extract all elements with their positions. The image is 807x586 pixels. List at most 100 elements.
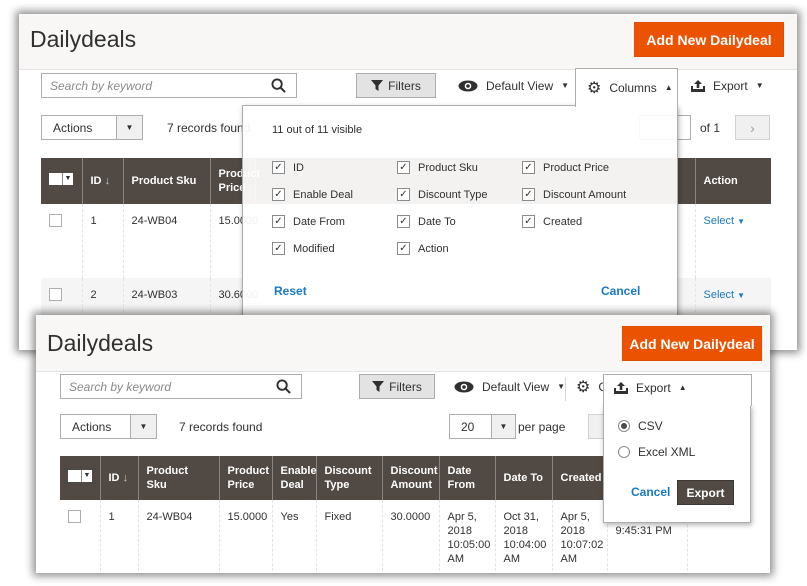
row-select-link[interactable]: Select ▼	[704, 289, 746, 301]
chevron-down-icon[interactable]: ▼	[130, 415, 156, 438]
export-panel: CSV Excel XML Cancel Export	[603, 405, 751, 523]
chevron-down-icon: ▼	[755, 81, 764, 90]
eye-icon	[454, 381, 474, 392]
row-checkbox[interactable]	[68, 510, 81, 523]
column-header-sku[interactable]: Product Sku	[122, 158, 210, 204]
column-option-enable-deal[interactable]: ✓ Enable Deal	[272, 188, 353, 201]
cell-id: 1	[99, 500, 138, 573]
search-box[interactable]	[60, 374, 302, 399]
upload-icon	[614, 381, 628, 394]
checkbox-checked-icon: ✓	[397, 215, 410, 228]
add-new-dailydeal-button[interactable]: Add New Dailydeal	[634, 22, 784, 57]
export-option-excel-xml[interactable]: Excel XML	[618, 445, 695, 459]
export-dropdown[interactable]: Export ▼	[691, 73, 764, 98]
radio-selected-icon	[618, 420, 630, 432]
cell-created: Apr 5, 2018 10:07:02 AM	[551, 500, 607, 573]
column-option-date-to[interactable]: ✓ Date To	[397, 215, 456, 228]
column-option-id[interactable]: ✓ ID	[272, 161, 304, 174]
row-select-link[interactable]: Select ▼	[704, 215, 746, 227]
checkbox-checked-icon: ✓	[272, 242, 285, 255]
checkbox-checked-icon: ✓	[522, 161, 535, 174]
column-option-product-price[interactable]: ✓ Product Price	[522, 161, 609, 174]
chevron-down-icon[interactable]: ▼	[116, 116, 142, 139]
cell-price: 15.0000	[218, 500, 272, 573]
gear-icon: ⚙	[576, 378, 591, 396]
search-icon[interactable]	[276, 379, 291, 394]
reset-button[interactable]: Reset	[274, 284, 307, 298]
checkbox-checked-icon: ✓	[272, 188, 285, 201]
chevron-up-icon: ▲	[664, 83, 673, 92]
column-header-enable-deal[interactable]: Enable Deal	[271, 456, 317, 500]
checkbox-checked-icon: ✓	[397, 188, 410, 201]
cancel-button[interactable]: Cancel	[631, 485, 670, 499]
checkbox-checked-icon: ✓	[272, 215, 285, 228]
records-found: 7 records found	[179, 420, 263, 434]
columns-panel: 11 out of 11 visible ✓ ID ✓ Product Sku ✓ P…	[242, 105, 678, 350]
actions-select[interactable]: Actions ▼	[60, 414, 157, 439]
chevron-down-icon: ▼	[737, 217, 746, 226]
column-option-discount-amount[interactable]: ✓ Discount Amount	[522, 188, 626, 201]
per-page-label: per page	[518, 420, 566, 434]
columns-label: Columns	[609, 80, 657, 95]
column-option-product-sku[interactable]: ✓ Product Sku	[397, 161, 478, 174]
chevron-down-icon: ▼	[62, 173, 73, 185]
chevron-down-icon: ▼	[81, 470, 92, 482]
eye-icon	[458, 80, 478, 91]
funnel-icon	[371, 80, 384, 91]
column-header-created[interactable]: Created	[551, 456, 607, 500]
next-page-button[interactable]: ›	[735, 115, 770, 140]
column-option-created[interactable]: ✓ Created	[522, 215, 582, 228]
checkbox-checked-icon: ✓	[522, 188, 535, 201]
filters-button[interactable]: Filters	[356, 73, 436, 98]
screenshot-export-open: Dailydeals Add New Dailydeal Filters Def…	[36, 315, 770, 573]
search-input[interactable]	[61, 375, 265, 398]
column-option-date-from[interactable]: ✓ Date From	[272, 215, 345, 228]
column-header-id[interactable]: ID ↓	[99, 456, 138, 500]
default-view-dropdown[interactable]: Default View ▼	[454, 374, 565, 399]
column-header-date-from[interactable]: Date From	[438, 456, 495, 500]
mass-select-header[interactable]: ▼	[41, 158, 82, 204]
export-button[interactable]: Export	[677, 480, 734, 505]
chevron-down-icon[interactable]: ▼	[491, 415, 515, 438]
column-header-price[interactable]: Product Price	[218, 456, 272, 500]
export-tab[interactable]: Export ▲	[603, 374, 752, 406]
export-option-csv[interactable]: CSV	[618, 419, 663, 433]
per-page-select[interactable]: 20 ▼	[449, 414, 516, 439]
sort-down-icon: ↓	[122, 472, 129, 484]
page-header: Dailydeals Add New Dailydeal	[36, 315, 770, 372]
column-option-action[interactable]: ✓ Action	[397, 242, 449, 255]
default-view-dropdown[interactable]: Default View ▼	[458, 73, 569, 98]
column-option-modified[interactable]: ✓ Modified	[272, 242, 335, 255]
gear-icon: ⚙	[587, 79, 602, 97]
column-header-id[interactable]: ID ↓	[81, 158, 123, 204]
export-label: Export	[636, 380, 671, 395]
chevron-right-icon: ›	[750, 119, 755, 136]
sort-down-icon: ↓	[104, 175, 111, 187]
chevron-up-icon: ▲	[678, 383, 687, 392]
column-header-sku[interactable]: Product Sku	[137, 456, 219, 500]
export-label: Export	[713, 78, 748, 93]
column-header-date-to[interactable]: Date To	[494, 456, 552, 500]
column-header-discount-amount[interactable]: Discount Amount	[381, 456, 439, 500]
cell-id: 2	[81, 278, 123, 318]
visible-count: 11 out of 11 visible	[272, 124, 363, 136]
column-option-discount-type[interactable]: ✓ Discount Type	[397, 188, 488, 201]
cell-sku: 24-WB04	[137, 500, 219, 573]
row-checkbox[interactable]	[49, 288, 62, 301]
row-checkbox[interactable]	[49, 214, 62, 227]
mass-select-header[interactable]: ▼	[60, 456, 100, 500]
chevron-down-icon: ▼	[557, 382, 566, 391]
column-header-discount-type[interactable]: Discount Type	[315, 456, 382, 500]
total-pages: of 1	[700, 121, 721, 135]
search-input[interactable]	[42, 74, 258, 97]
search-icon[interactable]	[271, 78, 286, 93]
cell-id: 1	[81, 204, 123, 278]
search-box[interactable]	[41, 73, 297, 98]
actions-select[interactable]: Actions ▼	[41, 115, 143, 140]
checkbox-checked-icon: ✓	[522, 215, 535, 228]
cancel-button[interactable]: Cancel	[601, 284, 640, 298]
cell-sku: 24-WB03	[122, 278, 210, 318]
filters-button[interactable]: Filters	[359, 374, 435, 399]
columns-tab[interactable]: ⚙ Columns ▲	[575, 68, 678, 107]
add-new-dailydeal-button[interactable]: Add New Dailydeal	[622, 326, 762, 361]
